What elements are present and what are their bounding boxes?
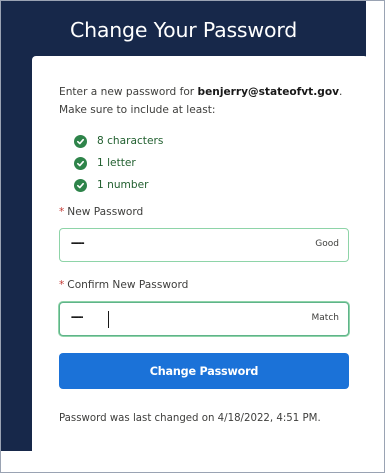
required-marker: * xyxy=(59,206,65,218)
check-circle-icon xyxy=(74,156,87,170)
masked-value: ·········· xyxy=(70,311,84,326)
requirement-item: 8 characters xyxy=(74,132,163,150)
text-cursor xyxy=(108,311,109,328)
requirement-item: 1 number xyxy=(74,176,148,194)
strength-indicator: Good xyxy=(315,239,339,249)
confirm-password-input[interactable]: ·········· Match xyxy=(59,302,349,336)
new-password-label-text: New Password xyxy=(67,206,144,218)
intro-prefix: Enter a new password for xyxy=(59,86,198,98)
last-changed-text: Password was last changed on 4/18/2022, … xyxy=(59,413,321,424)
masked-value: ··········· xyxy=(70,237,86,252)
intro-text: Enter a new password for benjerry@stateo… xyxy=(59,83,359,119)
requirement-text: 8 characters xyxy=(97,135,164,147)
new-password-label: * New Password xyxy=(59,206,143,218)
match-indicator: Match xyxy=(311,313,339,323)
requirement-text: 1 number xyxy=(97,179,149,191)
check-circle-icon xyxy=(74,178,87,192)
confirm-password-label: * Confirm New Password xyxy=(59,279,188,291)
account-email: benjerry@stateofvt.gov xyxy=(197,86,340,98)
change-password-card: Enter a new password for benjerry@stateo… xyxy=(32,56,368,460)
requirement-text: 1 letter xyxy=(97,157,136,169)
check-circle-icon xyxy=(74,134,87,148)
confirm-password-label-text: Confirm New Password xyxy=(67,279,189,291)
intro-line2: Make sure to include at least: xyxy=(59,104,216,116)
requirement-item: 1 letter xyxy=(74,154,136,172)
new-password-input[interactable]: ··········· Good xyxy=(59,228,349,262)
intro-suffix: . xyxy=(339,86,343,98)
required-marker: * xyxy=(59,279,65,291)
change-password-button[interactable]: Change Password xyxy=(59,353,349,389)
page-title: Change Your Password xyxy=(69,18,298,42)
